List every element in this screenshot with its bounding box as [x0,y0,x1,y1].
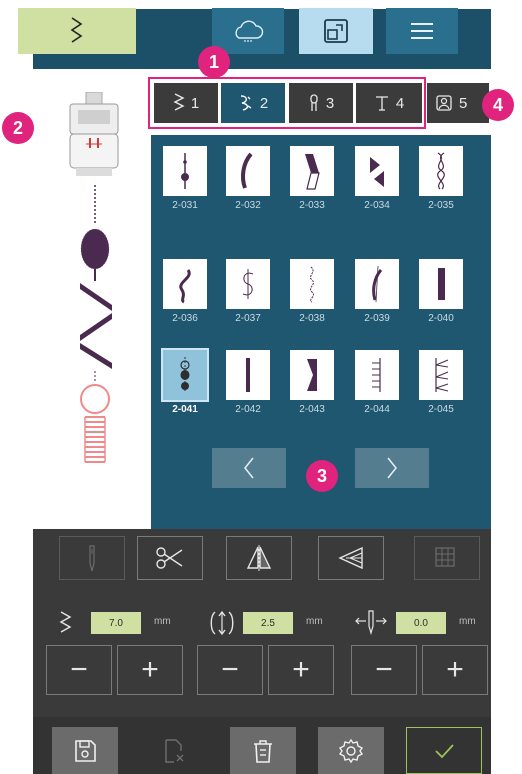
stitch-2-039[interactable]: 2-039 [355,259,399,325]
stitch-2-044[interactable]: 2-044 [355,350,399,416]
cloud-tab[interactable] [212,8,284,54]
mirror-icon [246,545,272,571]
category-tab-5[interactable]: 5 [427,83,489,123]
chevron-right-icon [387,457,397,479]
file-remove-icon [165,738,184,763]
stitch-pattern-icon [305,154,320,190]
chevron-left-icon [244,457,254,479]
length-increase-button[interactable]: + [268,645,334,695]
scissors-icon [156,547,183,569]
stitch-2-036[interactable]: 2-036 [163,259,207,325]
stitch-pattern-icon [437,152,445,190]
callout-marker-3: 3 [306,460,338,492]
mirror-button[interactable] [226,536,292,580]
position-decrease-button[interactable]: − [351,645,417,695]
stitch-length-value[interactable]: 2.5 [243,612,293,634]
callout-marker-4: 4 [482,89,514,121]
menu-tab[interactable] [386,8,458,54]
stitch-pattern-icon [372,358,381,392]
stitch-2-034[interactable]: 2-034 [355,146,399,212]
needle-position-unit: mm [459,616,476,627]
stitch-2-045[interactable]: 2-045 [419,350,463,416]
stitch-width-value[interactable]: 7.0 [91,612,141,634]
grid-button[interactable] [414,536,480,580]
needle-position-icon [355,610,387,636]
presser-foot-icon [69,92,119,176]
previous-page-button[interactable] [212,448,286,488]
needle-button[interactable] [59,536,125,580]
stitch-width-unit: mm [154,616,171,627]
delete-stitch-button[interactable] [141,727,207,774]
stitch-pattern-icon [179,269,191,304]
stitch-pattern-icon [438,268,445,300]
zigzag-icon [70,17,83,43]
stitch-length-unit: mm [306,616,323,627]
needle-icon [89,545,95,572]
save-button[interactable] [52,727,118,774]
stitch-2-043[interactable]: 2-043 [290,350,334,416]
stitch-pattern-icon [372,265,383,303]
gear-icon [338,738,364,763]
trash-button[interactable] [230,727,296,774]
cloud-icon [235,20,264,42]
position-increase-button[interactable]: + [422,645,488,695]
category-highlight-frame [148,77,426,129]
stitch-2-035[interactable]: 2-035 [419,146,463,212]
stitch-2-037[interactable]: 2-037 [226,259,270,325]
mirror-side-icon [338,546,363,570]
stitch-2-040[interactable]: 2-040 [419,259,463,325]
width-decrease-button[interactable]: − [46,645,112,695]
stitch-2-033[interactable]: 2-033 [290,146,334,212]
needle-position-value[interactable]: 0.0 [396,612,446,634]
checkmark-icon [435,743,454,758]
edit-tab[interactable] [299,8,373,54]
trash-icon [254,739,272,763]
stitch-2-041[interactable]: 2-041 [161,348,209,416]
stitch-2-042[interactable]: 2-042 [226,350,270,416]
callout-marker-2: 2 [2,112,34,144]
stitch-pattern-icon [435,358,449,392]
mirror-side-button[interactable] [318,536,384,580]
grid-icon [435,547,455,567]
personal-stitch-icon [436,95,452,111]
save-icon [75,739,96,762]
stitch-2-032[interactable]: 2-032 [226,146,270,212]
length-decrease-button[interactable]: − [197,645,263,695]
thread-cut-button[interactable] [137,536,203,580]
stitch-width-icon [59,611,72,633]
stitch-pattern-icon [241,152,253,189]
edit-window-icon [324,19,348,43]
callout-marker-1: 1 [198,46,230,78]
hamburger-icon [411,23,433,39]
next-page-button[interactable] [355,448,429,488]
width-increase-button[interactable]: + [117,645,183,695]
stitch-pattern-icon [181,153,189,189]
stitch-2-038[interactable]: 2-038 [290,259,334,325]
stitch-pattern-icon [370,157,384,187]
stitch-pattern-icon [242,269,254,299]
confirm-button[interactable] [406,727,482,774]
stitch-menu-tab[interactable] [18,8,136,54]
stitch-2-031[interactable]: 2-031 [163,146,207,212]
stitch-pattern-icon [310,266,314,303]
settings-button[interactable] [318,727,384,774]
stitch-preview [80,185,112,463]
category-number: 5 [459,94,468,112]
stitch-pattern-icon [246,358,250,392]
stitch-pattern-icon [180,357,190,393]
stitch-length-icon [210,610,234,636]
stitch-pattern-icon [307,359,317,391]
